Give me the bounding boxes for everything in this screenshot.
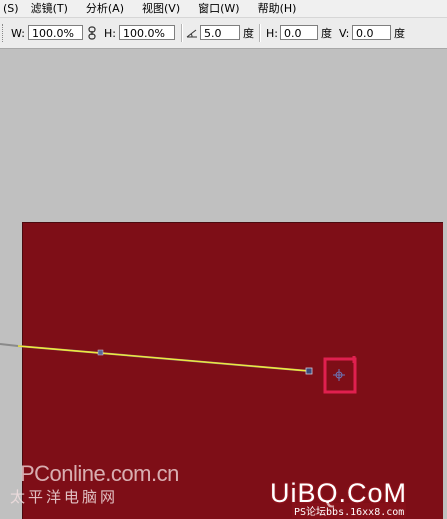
menu-item-help[interactable]: 帮助(H) bbox=[254, 0, 297, 17]
menu-item-select[interactable]: (S) bbox=[0, 0, 19, 17]
menu-item-view[interactable]: 视图(V) bbox=[138, 0, 180, 17]
toolbar-grip[interactable] bbox=[2, 24, 6, 42]
skew-v-label: V: bbox=[339, 26, 350, 40]
link-icon[interactable] bbox=[87, 18, 97, 48]
anchor-point[interactable] bbox=[97, 349, 104, 356]
menu-item-filter[interactable]: 滤镜(T) bbox=[27, 0, 68, 17]
watermark-subtitle: 太平洋电脑网 bbox=[10, 488, 119, 506]
separator bbox=[259, 24, 261, 42]
skew-h-unit: 度 bbox=[321, 27, 332, 40]
skew-v-field[interactable]: 0.0 bbox=[352, 25, 391, 40]
forum-watermark: PS论坛bbs.16xx8.com bbox=[292, 503, 407, 518]
anchor-point[interactable] bbox=[305, 367, 313, 375]
menu-item-analysis[interactable]: 分析(A) bbox=[82, 0, 124, 17]
menu-item-window[interactable]: 窗口(W) bbox=[194, 0, 239, 17]
watermark-title: PConline.com.cn bbox=[20, 461, 179, 486]
width-field[interactable]: 100.0% bbox=[28, 25, 83, 40]
rotate-unit: 度 bbox=[243, 27, 254, 40]
transform-options-bar: W: 100.0% H: 100.0% 5.0 度 H: 0.0 度 V: 0.… bbox=[0, 18, 447, 49]
width-label: W: bbox=[11, 26, 25, 40]
skew-h-field[interactable]: 0.0 bbox=[280, 25, 318, 40]
height-field[interactable]: 100.0% bbox=[119, 25, 175, 40]
skew-v-unit: 度 bbox=[394, 27, 405, 40]
pconline-watermark: PConline.com.cn 太平洋电脑网 bbox=[4, 455, 204, 515]
skew-h-label: H: bbox=[266, 26, 278, 40]
angle-icon bbox=[186, 18, 198, 48]
height-label: H: bbox=[104, 26, 116, 40]
rotate-angle-field[interactable]: 5.0 bbox=[200, 25, 240, 40]
separator bbox=[181, 24, 183, 42]
menu-bar: (S) 滤镜(T) 分析(A) 视图(V) 窗口(W) 帮助(H) bbox=[0, 0, 447, 18]
